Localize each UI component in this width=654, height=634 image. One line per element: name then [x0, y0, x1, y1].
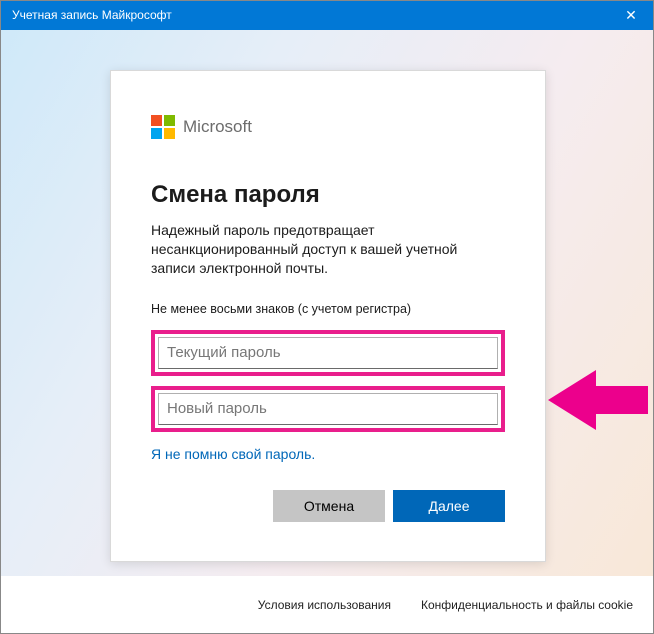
password-rule-text: Не менее восьми знаков (с учетом регистр… — [151, 302, 505, 316]
window-title: Учетная запись Майкрософт — [12, 8, 172, 22]
microsoft-logo-icon — [151, 115, 175, 139]
description-text: Надежный пароль предотвращает несанкцион… — [151, 221, 505, 278]
cancel-button[interactable]: Отмена — [273, 490, 385, 522]
button-row: Отмена Далее — [151, 490, 505, 522]
microsoft-wordmark: Microsoft — [183, 117, 252, 137]
microsoft-brand: Microsoft — [151, 115, 505, 139]
privacy-link[interactable]: Конфиденциальность и файлы cookie — [421, 598, 633, 612]
next-button[interactable]: Далее — [393, 490, 505, 522]
annotation-arrow-icon — [548, 368, 648, 432]
new-password-input[interactable] — [158, 393, 498, 425]
close-icon: ✕ — [625, 7, 637, 24]
terms-link[interactable]: Условия использования — [258, 598, 391, 612]
current-password-input[interactable] — [158, 337, 498, 369]
change-password-card: Microsoft Смена пароля Надежный пароль п… — [110, 70, 546, 562]
window-titlebar: Учетная запись Майкрософт ✕ — [0, 0, 654, 30]
footer-links: Условия использования Конфиденциальность… — [1, 577, 653, 633]
forgot-password-link[interactable]: Я не помню свой пароль. — [151, 446, 505, 462]
window-close-button[interactable]: ✕ — [608, 0, 654, 30]
page-title: Смена пароля — [151, 181, 505, 209]
current-password-highlight — [151, 330, 505, 376]
new-password-highlight — [151, 386, 505, 432]
